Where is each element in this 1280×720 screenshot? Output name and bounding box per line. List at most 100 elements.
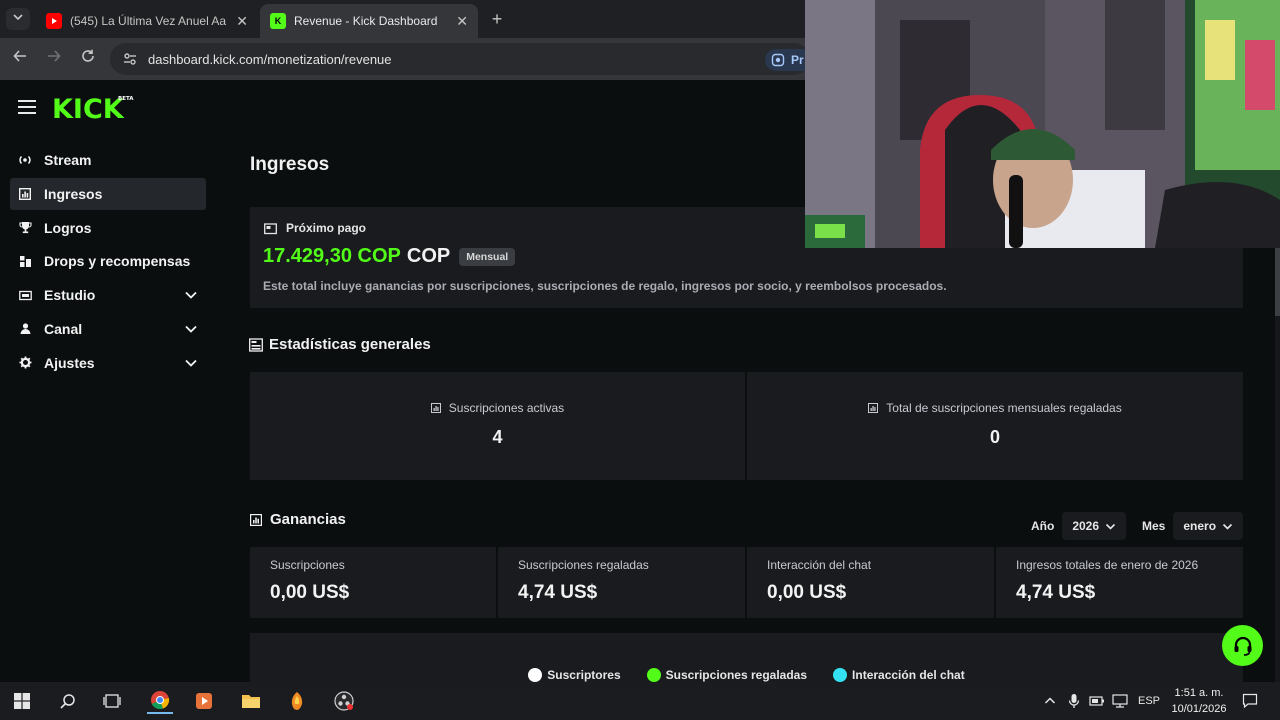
fl-studio-icon xyxy=(291,692,303,710)
logo-text: KICK xyxy=(52,94,125,120)
tab-title: (545) La Última Vez Anuel Aa Ft xyxy=(70,14,231,28)
legend-item-subscribers[interactable]: Suscriptores xyxy=(528,668,621,682)
sidebar-item-ajustes[interactable]: Ajustes xyxy=(10,347,206,379)
taskbar-chrome[interactable] xyxy=(147,688,173,714)
back-button[interactable] xyxy=(8,47,32,71)
battery-icon xyxy=(1089,696,1104,706)
legend-label: Suscripciones regaladas xyxy=(665,668,808,682)
gear-icon xyxy=(18,356,32,370)
year-select-value: 2026 xyxy=(1072,519,1100,533)
media-player-icon xyxy=(196,693,212,709)
sidebar-item-drops[interactable]: Drops y recompensas xyxy=(10,245,206,277)
tray-battery[interactable] xyxy=(1089,682,1105,720)
legend-item-chat[interactable]: Interacción del chat xyxy=(833,668,965,682)
tray-microphone[interactable] xyxy=(1068,682,1080,720)
sidebar-item-label: Ingresos xyxy=(44,185,103,202)
search-button[interactable] xyxy=(55,688,81,714)
site-info-icon[interactable] xyxy=(122,51,138,67)
sidebar-item-canal[interactable]: Canal xyxy=(10,313,206,345)
clock[interactable]: 1:51 a. m. 10/01/2026 xyxy=(1166,685,1232,717)
sidebar-item-estudio[interactable]: Estudio xyxy=(10,279,206,311)
legend-dot xyxy=(528,668,543,682)
chevron-down-icon xyxy=(1105,523,1116,530)
year-select[interactable]: 2026 xyxy=(1062,512,1127,540)
start-button[interactable] xyxy=(9,688,35,714)
next-payment-label: Próximo pago xyxy=(264,221,366,235)
earning-label: Interacción del chat xyxy=(767,558,872,572)
tab-kick-dashboard[interactable]: K Revenue - Kick Dashboard ✕ xyxy=(260,4,478,38)
tray-notifications[interactable] xyxy=(1242,682,1258,720)
taskbar-obs[interactable] xyxy=(331,688,357,714)
month-select[interactable]: enero xyxy=(1173,512,1244,540)
taskbar-file-explorer[interactable] xyxy=(238,688,264,714)
arrow-right-icon xyxy=(48,50,61,62)
chart-icon xyxy=(430,403,441,413)
sidebar-item-logros[interactable]: Logros xyxy=(10,212,206,244)
webcam-overlay xyxy=(805,0,1280,248)
month-label: Mes xyxy=(1142,519,1166,533)
search-icon xyxy=(60,694,75,709)
tab-youtube[interactable]: (545) La Última Vez Anuel Aa Ft ✕ xyxy=(36,4,258,38)
legend-item-gifted[interactable]: Suscripciones regaladas xyxy=(646,668,808,682)
youtube-icon xyxy=(46,13,62,29)
legend-dot xyxy=(646,668,661,682)
kick-icon: K xyxy=(270,13,286,29)
language-label: ESP xyxy=(1138,695,1161,707)
next-payment-amount: 17.429,30 COP COP Mensual xyxy=(263,245,516,268)
general-stats-title-text: Estadísticas generales xyxy=(269,336,431,353)
sidebar-item-stream[interactable]: Stream xyxy=(10,144,206,176)
earnings-chat-card: Interacción del chat 0,00 US$ xyxy=(747,547,994,618)
taskbar-media-player[interactable] xyxy=(191,688,217,714)
new-tab-button[interactable]: + xyxy=(486,8,508,30)
network-icon xyxy=(1112,694,1128,708)
chip-label: Pr xyxy=(791,53,804,67)
earnings-total-card: Ingresos totales de enero de 2026 4,74 U… xyxy=(996,547,1243,618)
trophy-icon xyxy=(18,221,32,235)
earning-value: 4,74 US$ xyxy=(1016,582,1096,603)
clock-time: 1:51 a. m. xyxy=(1174,687,1224,699)
stat-label-text: Total de suscripciones mensuales regalad… xyxy=(886,401,1122,415)
tray-overflow[interactable] xyxy=(1044,682,1056,720)
earning-label: Suscripciones regaladas xyxy=(518,558,649,572)
scrollbar-thumb[interactable] xyxy=(1275,246,1280,316)
reload-icon xyxy=(82,49,94,62)
windows-icon xyxy=(14,693,30,709)
help-chat-button[interactable] xyxy=(1222,625,1263,666)
sidebar-item-ingresos[interactable]: Ingresos xyxy=(10,177,206,210)
chevron-down-icon xyxy=(13,14,23,21)
support-icon xyxy=(1234,636,1251,656)
chevron-down-icon[interactable] xyxy=(184,322,198,336)
chevron-up-icon xyxy=(1044,697,1056,704)
close-tab-icon[interactable]: ✕ xyxy=(236,13,248,30)
url-text: dashboard.kick.com/monetization/revenue xyxy=(148,51,392,67)
tray-network[interactable] xyxy=(1112,682,1128,720)
month-filter: Mes enero xyxy=(1142,512,1244,540)
address-bar[interactable]: dashboard.kick.com/monetization/revenue xyxy=(110,43,810,75)
chrome-icon xyxy=(151,691,170,710)
active-subs-card: Suscripciones activas 4 xyxy=(250,372,745,480)
earnings-subs-card: Suscripciones 0,00 US$ xyxy=(250,547,496,618)
arrow-left-icon xyxy=(13,50,26,62)
earnings-gifted-card: Suscripciones regaladas 4,74 US$ xyxy=(498,547,745,618)
gifted-subs-card: Total de suscripciones mensuales regalad… xyxy=(747,372,1243,480)
chevron-down-icon[interactable] xyxy=(184,288,198,302)
sidebar-item-label: Stream xyxy=(44,152,92,168)
chevron-down-icon[interactable] xyxy=(184,356,198,370)
beta-tag: BETA xyxy=(118,96,134,102)
close-tab-icon[interactable]: ✕ xyxy=(456,13,468,30)
forward-button[interactable] xyxy=(42,47,66,71)
earning-label: Ingresos totales de enero de 2026 xyxy=(1016,558,1199,572)
taskbar-fl-studio[interactable] xyxy=(284,688,310,714)
reload-button[interactable] xyxy=(76,47,100,71)
microphone-icon xyxy=(1068,694,1080,708)
kick-logo[interactable]: KICK BETA xyxy=(52,92,136,120)
obs-icon xyxy=(334,691,354,711)
sidebar-nav: Stream Ingresos Logros Drops y recompens… xyxy=(10,144,206,381)
tab-search-button[interactable] xyxy=(6,8,30,30)
task-view-button[interactable] xyxy=(99,688,125,714)
folder-icon xyxy=(242,695,260,708)
chart-icon xyxy=(18,187,32,201)
tray-language[interactable]: ESP xyxy=(1138,682,1160,720)
earnings-title-text: Ganancias xyxy=(270,511,346,528)
menu-icon[interactable] xyxy=(18,100,36,114)
